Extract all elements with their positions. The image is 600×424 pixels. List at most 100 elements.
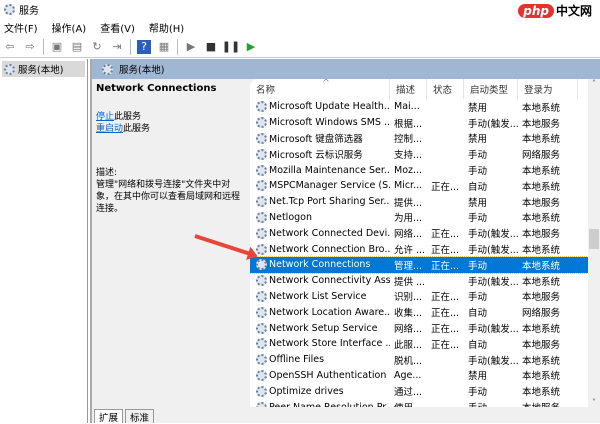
service-gear-icon [256,306,267,318]
service-log-on-as: 本地服务 [522,118,561,130]
service-gear-icon [256,354,267,366]
service-row[interactable]: Offline Files 脱机... 手动(触发... 本地系统 [250,352,590,368]
service-description: 网络... [394,229,423,241]
service-description: Mai... [394,101,420,113]
pause-icon[interactable]: ❚❚ [222,40,240,54]
vertical-scrollbar[interactable]: ˄ ˅ [588,79,600,407]
forward-icon[interactable]: ⇨ [23,40,37,54]
export-icon[interactable]: ▤ [70,40,84,54]
service-name: Network Connected Devi... [250,227,390,239]
service-row[interactable]: Network Location Aware... 收集... 正在... 自动 网络服… [250,304,590,320]
service-description: 此服... [394,339,423,351]
service-startup-type: 禁用 [468,102,488,114]
col-log-on-as[interactable]: 登录为 [518,79,578,99]
start-icon[interactable]: ▶ [184,40,198,54]
service-row[interactable]: Network Connectivity Ass... 提供 ... 手动(触发..… [250,273,590,289]
service-row[interactable]: Microsoft 键盘筛选器 控制... 禁用 本地系统 [250,131,590,147]
service-name: Netlogon [250,211,390,223]
service-row[interactable]: Microsoft Update Health... Mai... 禁用 本地系统 [250,99,590,115]
service-row[interactable]: Microsoft Windows SMS ... 根据... 手动(触发... 本地… [250,115,590,131]
service-name-text: Network Location Aware... [269,306,390,318]
service-startup-type: 手动 [468,150,488,162]
service-row[interactable]: Network Store Interface ... 此服... 正在... 自动 本… [250,336,590,352]
help-icon[interactable]: ? [137,39,151,54]
service-row[interactable]: Network Setup Service 网络... 正在... 手动(触发... 本… [250,320,590,336]
service-description: 根据... [394,118,423,130]
service-log-on-as: 本地服务 [522,229,561,241]
service-gear-icon [256,338,267,350]
service-name: OpenSSH Authentication ... [250,369,390,381]
service-gear-icon [256,385,267,397]
service-startup-type: 手动 [468,166,488,178]
tab-extended[interactable]: 扩展 [94,409,124,424]
scrollbar-thumb[interactable] [589,229,599,249]
service-description: 允许 ... [394,245,426,257]
refresh-icon[interactable]: ↻ [90,40,104,54]
properties-icon[interactable]: ▦ [157,40,171,54]
export-list-icon[interactable]: ⇥ [110,40,124,54]
restart-service-link[interactable]: 重启动 [96,124,123,134]
service-row[interactable]: Net.Tcp Port Sharing Ser... 提供... 禁用 本地服务 [250,194,590,210]
sort-ascending-icon: ^ [322,79,330,89]
window-title: 服务 [19,5,39,17]
title-bar: 服务 [0,0,600,18]
service-name: Network Store Interface ... [250,338,390,350]
service-log-on-as: 网络服务 [522,308,561,320]
col-status[interactable]: 状态 [427,79,464,99]
service-startup-type: 禁用 [468,134,488,146]
tree-item-services-local[interactable]: 服务(本地) [2,61,85,77]
restart-icon[interactable]: ▶ [244,40,258,54]
service-description: 网络... [394,324,423,336]
scroll-down-icon[interactable]: ˅ [588,398,600,407]
service-gear-icon [256,290,267,302]
service-description: 提供 ... [394,276,426,288]
service-name-text: Network Connected Devi... [269,227,390,239]
back-icon[interactable]: ⇦ [3,40,17,54]
service-name: Microsoft 云标识服务 [250,147,390,161]
view-tabs: 扩展 标准 [94,409,155,424]
service-row[interactable]: OpenSSH Authentication ... Age... 禁用 本地系统 [250,368,590,384]
col-description[interactable]: 描述 [390,79,427,99]
service-startup-type: 手动(触发... [468,229,518,241]
service-name-text: Network Connection Bro... [269,243,390,255]
service-log-on-as: 本地系统 [522,102,561,114]
service-row[interactable]: Mozilla Maintenance Ser... Moz... 手动 本地系统 [250,162,590,178]
menu-action[interactable]: 操作(A) [52,20,87,35]
menu-file[interactable]: 文件(F) [4,20,38,35]
service-description: 脱机... [394,355,423,367]
service-name-text: Microsoft 云标识服务 [269,150,363,162]
service-row[interactable]: Optimize drives 通过... 手动 本地系统 [250,383,590,399]
service-log-on-as: 本地服务 [522,197,561,209]
service-row[interactable]: MSPCManager Service (S... Micr... 正在... 自动 本… [250,178,590,194]
service-row[interactable]: Network Connected Devi... 网络... 正在... 手动(触发… [250,225,590,241]
stop-suffix: 此服务 [114,112,142,122]
service-row[interactable]: Network Connections 管理... 正在... 手动 本地系统 [250,255,590,274]
stop-service-link[interactable]: 停止 [96,112,114,122]
console-tree-icon[interactable]: ▣ [50,40,64,54]
col-startup-type[interactable]: 启动类型 [464,79,518,99]
service-log-on-as: 本地系统 [522,245,561,257]
service-description: 使用... [390,400,427,407]
service-log-on-as: 本地系统 [522,181,561,193]
menu-help[interactable]: 帮助(H) [149,20,184,35]
service-row[interactable]: Netlogon 为用... 手动 本地系统 [250,210,590,226]
service-row[interactable]: Peer Name Resolution Pr...使用... 手动本地服务 [250,399,590,407]
service-name-text: Network Store Interface ... [269,338,390,350]
stop-icon[interactable]: ■ [204,40,218,54]
scroll-up-icon[interactable]: ˄ [588,79,600,88]
service-name-text: MSPCManager Service (S... [269,180,390,192]
service-row[interactable]: Network List Service 识别... 正在... 手动 本地服务 [250,289,590,305]
service-startup-type: 手动(触发... [468,355,518,367]
service-name: Network Connection Bro... [250,243,390,255]
service-startup-type: 手动 [468,387,488,399]
menu-view[interactable]: 查看(V) [100,20,135,35]
service-row[interactable]: Microsoft 云标识服务 支持... 手动 网络服务 [250,146,590,162]
service-status: 正在... [431,339,460,351]
service-description: 通过... [394,387,423,399]
service-startup-type: 手动(触发... [468,324,518,336]
service-log-on-as: 本地服务 [518,400,578,407]
service-name-text: Net.Tcp Port Sharing Ser... [269,196,390,208]
service-row[interactable]: Network Connection Bro... 允许 ... 正在... 手动(触… [250,241,590,257]
tab-standard[interactable]: 标准 [125,409,155,424]
service-startup-type: 手动 [468,292,488,304]
